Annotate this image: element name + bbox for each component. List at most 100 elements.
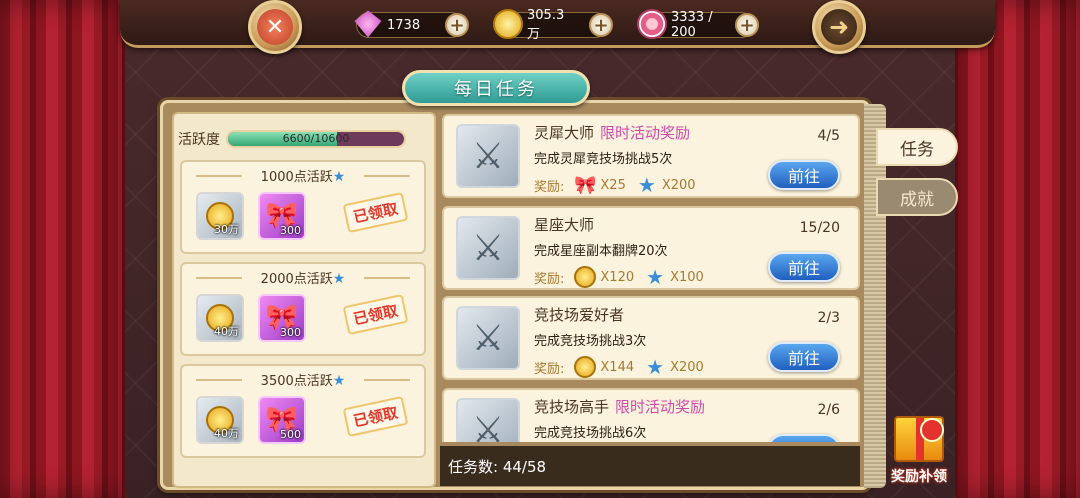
item-count: 300 — [280, 224, 301, 237]
notification-dot — [920, 418, 944, 442]
tier-title-text: 2000点活跃 — [260, 272, 333, 287]
reward-qty: X144 — [600, 359, 635, 375]
reward-claim-back-button[interactable]: 奖励补领 — [880, 414, 958, 494]
activity-tier: 2000点活跃★ 40万 🎀 300 已领取 — [180, 262, 426, 356]
stamina-counter: 3333 / 200 + — [637, 9, 759, 40]
reward-label: 奖励: — [534, 179, 565, 195]
task-count: 任务数: 44/58 — [440, 446, 860, 486]
item-count: 500 — [280, 428, 301, 441]
reward-qty: X25 — [600, 177, 626, 193]
star-icon: ★ — [332, 373, 346, 389]
activity-progress-text: 6600/10600 — [282, 132, 350, 145]
activity-tier: 3500点活跃★ 40万 🎀 500 已领取 — [180, 364, 426, 458]
star-icon: ★ — [646, 355, 665, 379]
tier-title: 1000点活跃★ — [182, 166, 424, 185]
bow-reward-item[interactable]: 🎀 300 — [258, 192, 306, 240]
bow-reward-item[interactable]: 🎀 300 — [258, 294, 306, 342]
task-card: ⚔ 竞技场爱好者 2/3 完成竞技场挑战3次 奖励: X144 ★ X200 前往 — [442, 296, 860, 380]
crossed-axes-icon: ⚔ — [456, 306, 520, 370]
task-rewards: 奖励: X120 ★ X100 — [534, 265, 704, 289]
tab-tasks[interactable]: 任务 — [876, 128, 958, 166]
crossed-axes-icon: ⚔ — [456, 216, 520, 280]
star-icon: ★ — [332, 271, 346, 287]
task-progress: 4/5 — [817, 128, 840, 144]
crossed-axes-icon: ⚔ — [456, 398, 520, 442]
tier-title: 3500点活跃★ — [182, 370, 424, 389]
task-rewards: 奖励: X144 ★ X200 — [534, 355, 704, 379]
gold-reward-item[interactable]: 30万 — [196, 192, 244, 240]
reward-label: 奖励: — [534, 271, 565, 287]
crossed-axes-icon: ⚔ — [456, 124, 520, 188]
task-description: 完成竞技场挑战3次 — [534, 334, 647, 349]
gems-value: 1738 — [387, 17, 421, 33]
bow-reward-item[interactable]: 🎀 500 — [258, 396, 306, 444]
reward-label: 奖励: — [534, 361, 565, 377]
item-count: 300 — [280, 326, 301, 339]
claimed-stamp: 已领取 — [342, 293, 409, 336]
task-name-text: 竞技场爱好者 — [534, 306, 625, 324]
reward-qty: X100 — [670, 269, 704, 285]
tier-title-text: 3500点活跃 — [260, 374, 333, 389]
right-curtain — [955, 0, 1080, 498]
close-icon: ✕ — [257, 9, 293, 45]
task-name-text: 星座大师 — [534, 216, 595, 234]
left-curtain — [0, 0, 125, 498]
task-rewards: 奖励: 🎀 X25 ★ X200 — [534, 173, 696, 197]
limited-event-tag: 限时活动奖励 — [615, 398, 706, 416]
tier-title-text: 1000点活跃 — [260, 170, 333, 185]
reward-qty: X200 — [670, 359, 704, 375]
go-button[interactable]: 前往 — [768, 434, 840, 442]
gems-counter: 1738 + — [354, 10, 469, 38]
reward-qty: X120 — [600, 269, 635, 285]
item-count: 40万 — [214, 325, 239, 338]
task-progress: 2/3 — [817, 310, 840, 326]
task-name: 星座大师 — [534, 214, 594, 235]
gold-reward-item[interactable]: 40万 — [196, 396, 244, 444]
back-arrow-icon: ➜ — [821, 9, 857, 45]
task-progress: 15/20 — [799, 220, 840, 236]
gold-coin-icon — [493, 9, 523, 39]
task-name: 竞技场高手 限时活动奖励 — [534, 396, 705, 417]
task-progress: 2/6 — [817, 402, 840, 418]
back-button[interactable]: ➜ — [812, 0, 866, 54]
task-name: 灵犀大师 限时活动奖励 — [534, 122, 690, 143]
task-card: ⚔ 星座大师 15/20 完成星座副本翻牌20次 奖励: X120 ★ X100 … — [442, 206, 860, 290]
task-description: 完成星座副本翻牌20次 — [534, 244, 668, 259]
go-button[interactable]: 前往 — [768, 252, 840, 282]
task-name-text: 竞技场高手 — [534, 398, 610, 416]
coin-icon — [574, 356, 597, 378]
add-gems-button[interactable]: + — [445, 13, 469, 37]
task-card: ⚔ 竞技场高手限时活动奖励 2/6 完成竞技场挑战6次 前往 — [442, 388, 860, 442]
gold-value: 305.3万 — [527, 8, 565, 42]
close-button[interactable]: ✕ — [248, 0, 302, 54]
activity-label: 活跃度 — [178, 132, 220, 148]
item-count: 40万 — [214, 427, 239, 440]
task-description: 完成竞技场挑战6次 — [534, 426, 647, 441]
star-icon: ★ — [332, 169, 346, 185]
star-icon: ★ — [646, 265, 665, 289]
reward-qty: X200 — [661, 177, 696, 193]
add-gold-button[interactable]: + — [589, 13, 613, 37]
add-stamina-button[interactable]: + — [735, 13, 759, 37]
donut-icon — [637, 9, 667, 39]
gold-counter: 305.3万 + — [493, 8, 613, 42]
go-button[interactable]: 前往 — [768, 160, 840, 190]
task-name-text: 灵犀大师 — [534, 124, 595, 142]
task-card: ⚔ 灵犀大师 限时活动奖励 4/5 完成灵犀竞技场挑战5次 奖励: 🎀 X25 ★ X… — [442, 114, 860, 198]
tab-achievements[interactable]: 成就 — [876, 178, 958, 216]
task-name: 竞技场爱好者 — [534, 304, 624, 325]
gold-reward-item[interactable]: 40万 — [196, 294, 244, 342]
page-title: 每日任务 — [402, 70, 590, 106]
bonus-label: 奖励补领 — [891, 469, 947, 485]
coin-icon — [574, 266, 597, 288]
claimed-stamp: 已领取 — [342, 191, 409, 234]
bow-icon: 🎀 — [574, 174, 597, 196]
go-button[interactable]: 前往 — [768, 342, 840, 372]
item-count: 30万 — [214, 223, 239, 236]
claimed-stamp: 已领取 — [342, 395, 409, 438]
task-list[interactable]: ⚔ 灵犀大师 限时活动奖励 4/5 完成灵犀竞技场挑战5次 奖励: 🎀 X25 ★ X… — [440, 112, 860, 442]
task-description: 完成灵犀竞技场挑战5次 — [534, 152, 673, 167]
activity-tier: 1000点活跃★ 30万 🎀 300 已领取 — [180, 160, 426, 254]
limited-event-tag: 限时活动奖励 — [600, 124, 691, 142]
star-icon: ★ — [637, 173, 656, 197]
